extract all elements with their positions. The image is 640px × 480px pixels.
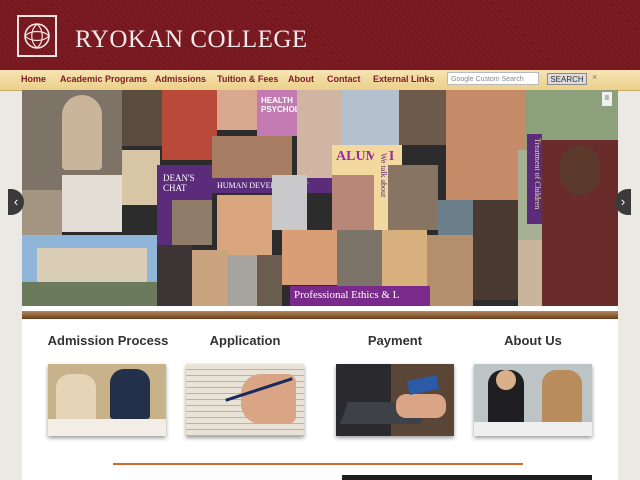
slideshow-pause-icon[interactable]: II <box>602 92 612 106</box>
college-logo-icon[interactable] <box>17 15 57 57</box>
section-title-about-us[interactable]: About Us <box>463 333 603 348</box>
section-title-application[interactable]: Application <box>175 333 315 348</box>
nav-item-contact[interactable]: Contact <box>327 74 361 84</box>
hero-label-professional-ethics: Professional Ethics & L <box>290 286 430 306</box>
site-header: RYOKAN COLLEGE <box>0 0 640 70</box>
search-input[interactable]: Google Custom Search <box>447 72 539 85</box>
section-title-payment[interactable]: Payment <box>325 333 465 348</box>
nav-item-home[interactable]: Home <box>21 74 46 84</box>
search-button[interactable]: SEARCH <box>547 73 587 85</box>
hero-collage[interactable]: HEALTH PSYCHOLOGY DEAN'S CHAT HUMAN DEVE… <box>22 90 618 306</box>
clear-search-icon[interactable]: × <box>592 72 597 82</box>
about-us-image[interactable] <box>474 364 592 436</box>
nav-item-about[interactable]: About <box>288 74 314 84</box>
nav-item-admissions[interactable]: Admissions <box>155 74 206 84</box>
payment-image[interactable] <box>336 364 454 436</box>
content-separator <box>113 463 523 465</box>
main-nav: Home Academic Programs Admissions Tuitio… <box>0 70 640 91</box>
hero-label-we-talk-about: We talk about <box>374 150 388 230</box>
section-title-admission-process[interactable]: Admission Process <box>38 333 178 348</box>
video-panel-top <box>342 475 592 480</box>
admission-process-image[interactable] <box>48 364 166 436</box>
nav-item-tuition-fees[interactable]: Tuition & Fees <box>217 74 278 84</box>
site-title[interactable]: RYOKAN COLLEGE <box>75 26 308 54</box>
hero-divider <box>22 311 618 319</box>
nav-item-academic-programs[interactable]: Academic Programs <box>60 74 147 84</box>
nav-item-external-links[interactable]: External Links <box>373 74 435 84</box>
hero-label-health: HEALTH PSYCHOLOGY <box>257 90 317 136</box>
hero-label-treatment: Treatment of Children <box>527 134 542 224</box>
application-image[interactable] <box>186 364 304 436</box>
